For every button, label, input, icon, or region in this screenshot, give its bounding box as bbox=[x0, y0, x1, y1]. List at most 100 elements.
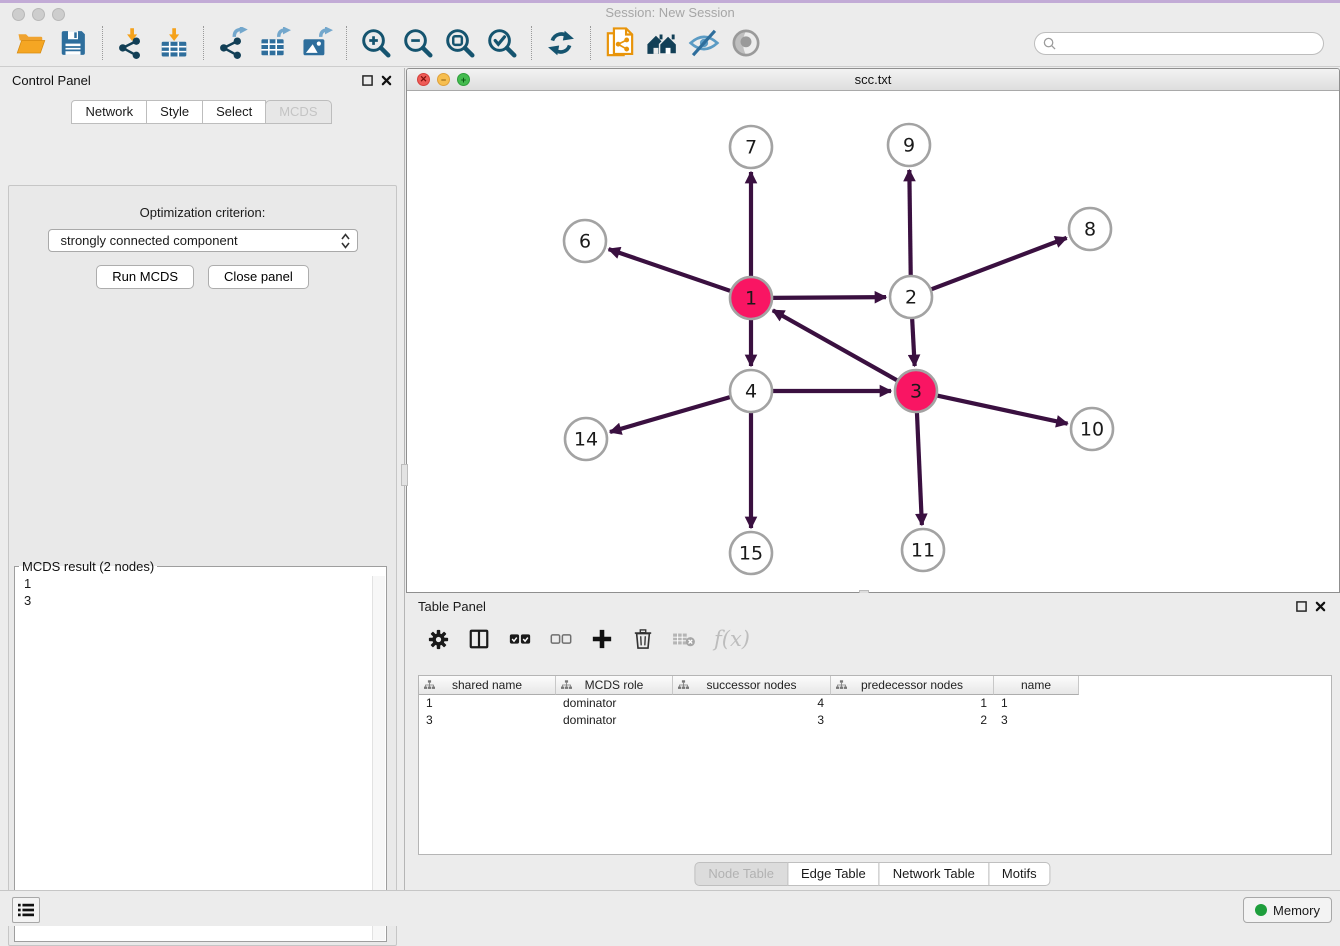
import-network-button[interactable] bbox=[115, 26, 149, 60]
open-session-button[interactable] bbox=[14, 26, 48, 60]
table-panel: Table Panel bbox=[406, 593, 1340, 890]
optimization-criterion-select[interactable]: strongly connected component bbox=[48, 229, 358, 252]
network-window-titlebar[interactable]: ✕ − + scc.txt bbox=[407, 69, 1339, 91]
hide-selected-button[interactable] bbox=[687, 26, 721, 60]
graph-node-8[interactable]: 8 bbox=[1069, 208, 1111, 250]
graph-node-4[interactable]: 4 bbox=[730, 370, 772, 412]
mcds-result-line: 3 bbox=[24, 592, 386, 609]
close-panel-icon[interactable] bbox=[1315, 601, 1326, 612]
column-label: MCDS role bbox=[585, 678, 644, 692]
graph-node-label: 15 bbox=[739, 543, 763, 565]
table-cell[interactable]: 3 bbox=[673, 712, 831, 729]
graph-edge-4-14[interactable] bbox=[610, 397, 731, 432]
column-header-predecessor-nodes[interactable]: predecessor nodes bbox=[831, 676, 994, 695]
table-cell[interactable]: 3 bbox=[994, 712, 1079, 729]
tab-node-table[interactable]: Node Table bbox=[694, 862, 788, 886]
close-panel-icon[interactable] bbox=[381, 75, 392, 86]
delete-column-button[interactable] bbox=[672, 627, 696, 651]
graph-node-2[interactable]: 2 bbox=[890, 276, 932, 318]
add-row-button[interactable] bbox=[590, 627, 614, 651]
graph-node-11[interactable]: 11 bbox=[902, 529, 944, 571]
network-minimize-button[interactable]: − bbox=[437, 73, 450, 86]
table-column-headers: shared name MCDS role successor nodesprede… bbox=[419, 676, 1331, 695]
graph-edge-2-9[interactable] bbox=[909, 170, 910, 276]
table-cell[interactable]: 1 bbox=[831, 695, 994, 712]
column-header-shared-name[interactable]: shared name bbox=[419, 676, 556, 695]
network-graph[interactable]: 7 9 6 8 1 2 4 3 14 10 15 11 bbox=[407, 91, 1339, 592]
select-all-button[interactable] bbox=[508, 627, 532, 651]
save-icon bbox=[58, 28, 88, 58]
table-row[interactable]: 3dominator323 bbox=[419, 712, 1331, 729]
search-input[interactable] bbox=[1061, 36, 1315, 50]
search-field[interactable] bbox=[1034, 32, 1324, 55]
network-close-button[interactable]: ✕ bbox=[417, 73, 430, 86]
export-network-button[interactable] bbox=[216, 26, 250, 60]
mcds-result-list: 13 bbox=[15, 574, 386, 609]
tab-network[interactable]: Network bbox=[71, 100, 147, 124]
apply-function-button[interactable]: f(x) bbox=[713, 627, 751, 651]
show-all-button[interactable] bbox=[729, 26, 763, 60]
first-neighbors-button[interactable] bbox=[645, 26, 679, 60]
new-network-from-selection-button[interactable] bbox=[603, 26, 637, 60]
show-columns-button[interactable] bbox=[467, 627, 491, 651]
table-cell[interactable]: 2 bbox=[831, 712, 994, 729]
graph-node-1[interactable]: 1 bbox=[730, 277, 772, 319]
column-header-name[interactable]: name bbox=[994, 676, 1079, 695]
save-session-button[interactable] bbox=[56, 26, 90, 60]
zoom-out-button[interactable] bbox=[401, 26, 435, 60]
network-from-selection-icon bbox=[603, 26, 637, 60]
column-header-successor-nodes[interactable]: successor nodes bbox=[673, 676, 831, 695]
table-cell[interactable]: 1 bbox=[994, 695, 1079, 712]
float-panel-icon[interactable] bbox=[362, 75, 373, 86]
column-header-MCDS-role[interactable]: MCDS role bbox=[556, 676, 673, 695]
graph-node-14[interactable]: 14 bbox=[565, 418, 607, 460]
table-row[interactable]: 1dominator411 bbox=[419, 695, 1331, 712]
graph-node-6[interactable]: 6 bbox=[564, 220, 606, 262]
tab-edge-table[interactable]: Edge Table bbox=[787, 862, 880, 886]
graph-edge-3-1[interactable] bbox=[773, 310, 898, 380]
graph-node-10[interactable]: 10 bbox=[1071, 408, 1113, 450]
graph-edge-2-8[interactable] bbox=[931, 238, 1067, 290]
table-cell[interactable]: 1 bbox=[419, 695, 556, 712]
graph-node-7[interactable]: 7 bbox=[730, 126, 772, 168]
graph-node-15[interactable]: 15 bbox=[730, 532, 772, 574]
table-cell[interactable]: 3 bbox=[419, 712, 556, 729]
node-table[interactable]: shared name MCDS role successor nodesprede… bbox=[418, 675, 1332, 855]
export-table-button[interactable] bbox=[258, 26, 292, 60]
delete-selected-button[interactable] bbox=[631, 627, 655, 651]
table-options-button[interactable] bbox=[426, 627, 450, 651]
graph-edge-2-3[interactable] bbox=[912, 318, 915, 366]
float-panel-icon[interactable] bbox=[1296, 601, 1307, 612]
column-tree-icon bbox=[561, 680, 572, 690]
export-image-button[interactable] bbox=[300, 26, 334, 60]
graph-edge-3-11[interactable] bbox=[917, 412, 922, 525]
import-table-button[interactable] bbox=[157, 26, 191, 60]
deselect-all-button[interactable] bbox=[549, 627, 573, 651]
panel-splitter-handle[interactable] bbox=[401, 464, 408, 486]
tab-mcds[interactable]: MCDS bbox=[265, 100, 331, 124]
graph-node-3[interactable]: 3 bbox=[895, 370, 937, 412]
tab-motifs[interactable]: Motifs bbox=[988, 862, 1051, 886]
zoom-in-button[interactable] bbox=[359, 26, 393, 60]
table-cell[interactable]: 4 bbox=[673, 695, 831, 712]
zoom-selected-button[interactable] bbox=[485, 26, 519, 60]
table-cell[interactable]: dominator bbox=[556, 695, 673, 712]
graph-edge-1-6[interactable] bbox=[609, 249, 731, 291]
run-mcds-button[interactable]: Run MCDS bbox=[96, 265, 194, 289]
memory-button[interactable]: Memory bbox=[1243, 897, 1332, 923]
tab-style[interactable]: Style bbox=[146, 100, 203, 124]
table-cell[interactable]: dominator bbox=[556, 712, 673, 729]
graph-edge-3-10[interactable] bbox=[937, 395, 1068, 423]
network-canvas[interactable]: 7 9 6 8 1 2 4 3 14 10 15 11 bbox=[407, 91, 1339, 592]
task-history-button[interactable] bbox=[12, 897, 40, 923]
close-panel-button[interactable]: Close panel bbox=[208, 265, 309, 289]
result-scrollbar[interactable] bbox=[372, 576, 385, 940]
refresh-button[interactable] bbox=[544, 26, 578, 60]
graph-node-9[interactable]: 9 bbox=[888, 124, 930, 166]
tab-select[interactable]: Select bbox=[202, 100, 266, 124]
zoom-fit-button[interactable] bbox=[443, 26, 477, 60]
graph-node-label: 2 bbox=[905, 287, 917, 309]
network-maximize-button[interactable]: + bbox=[457, 73, 470, 86]
graph-edge-1-2[interactable] bbox=[772, 297, 886, 298]
tab-network-table[interactable]: Network Table bbox=[879, 862, 989, 886]
